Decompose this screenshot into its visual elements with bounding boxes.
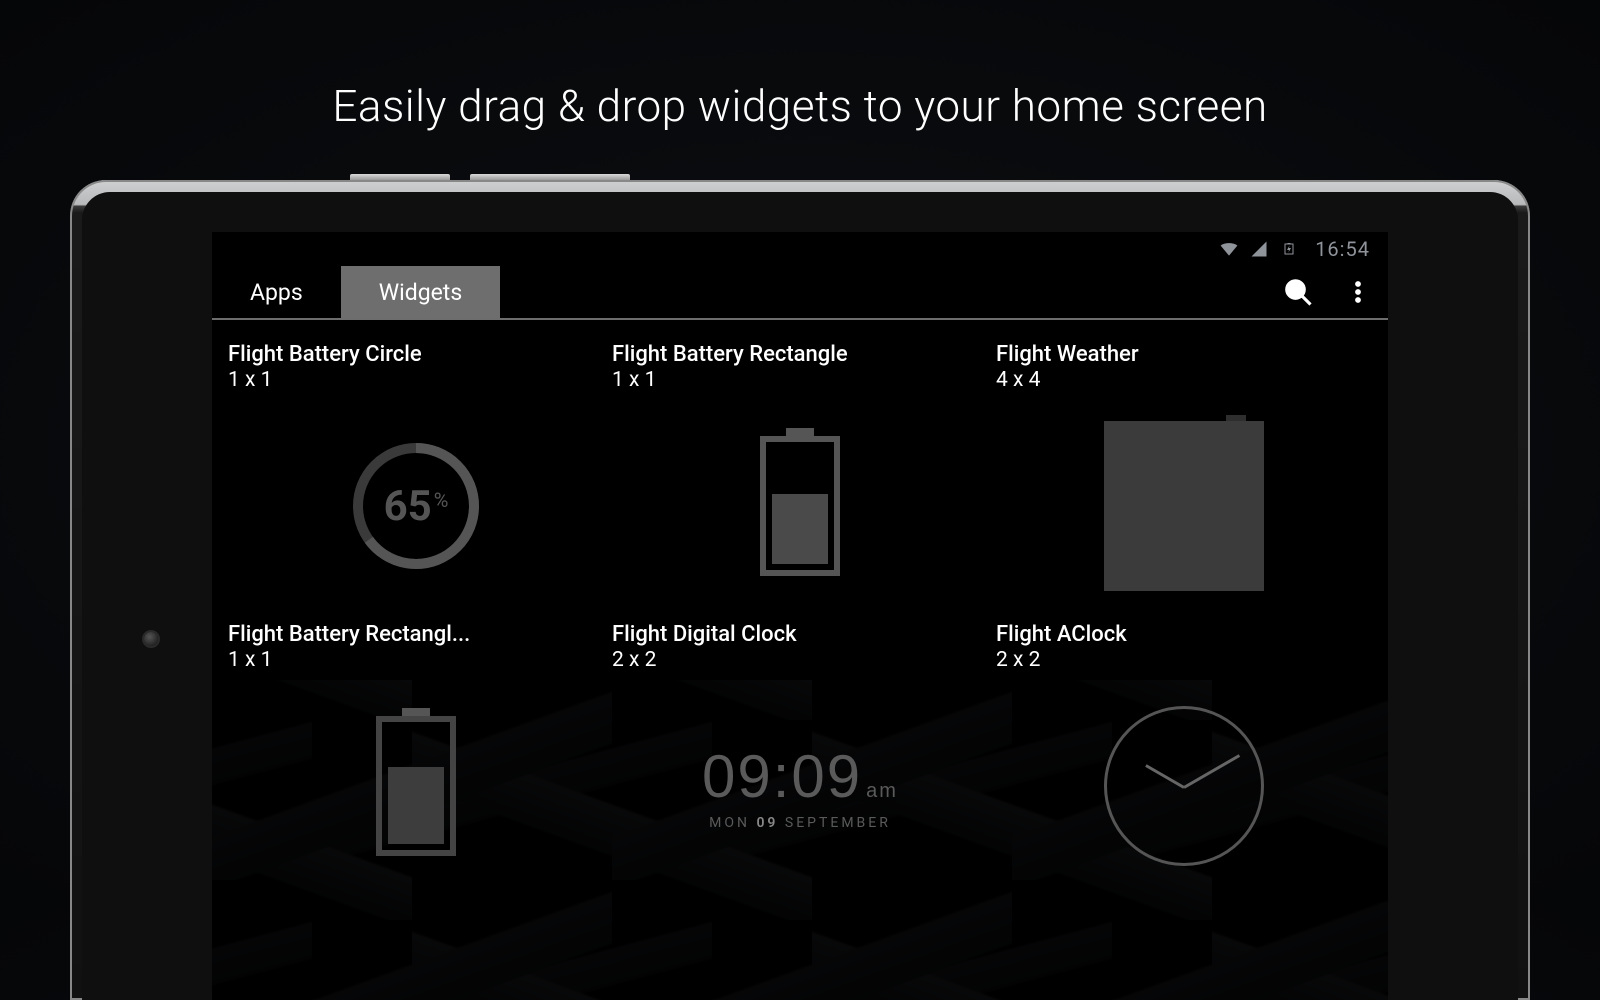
search-icon[interactable] [1268, 266, 1328, 318]
widget-title: Flight Battery Circle [224, 342, 608, 368]
widget-preview [608, 394, 992, 618]
status-time: 16:54 [1315, 237, 1370, 261]
battery-circle-icon: 65% [346, 436, 486, 576]
widget-title: Flight Digital Clock [608, 622, 992, 648]
widget-preview [224, 674, 608, 898]
widget-flight-weather[interactable]: Flight Weather 4 x 4 [992, 338, 1376, 618]
widget-preview [992, 674, 1376, 898]
action-bar: Apps Widgets [212, 266, 1388, 320]
percent-sign: % [434, 488, 449, 512]
signal-icon [1249, 239, 1269, 259]
overflow-menu-icon[interactable] [1328, 266, 1388, 318]
front-camera [144, 632, 158, 646]
widget-title: Flight Battery Rectangl... [224, 622, 608, 648]
clock-time: 09:09 [702, 743, 862, 810]
tab-widgets[interactable]: Widgets [341, 266, 500, 318]
analog-clock-icon [1104, 706, 1264, 866]
wifi-icon [1219, 239, 1239, 259]
widget-size: 4 x 4 [992, 368, 1376, 392]
promo-headline: Easily drag & drop widgets to your home … [0, 80, 1600, 132]
clock-ampm: am [866, 780, 898, 802]
widget-size: 2 x 2 [608, 648, 992, 672]
volume-button [470, 174, 630, 180]
widget-size: 1 x 1 [224, 648, 608, 672]
widget-flight-battery-circle[interactable]: Flight Battery Circle 1 x 1 65% [224, 338, 608, 618]
weather-card-icon [1104, 421, 1264, 591]
widget-title: Flight Battery Rectangle [608, 342, 992, 368]
screen: 16:54 Apps Widgets Flight Battery Circle… [212, 232, 1388, 1000]
digital-clock-icon: 09:09am MON 09 SEPTEMBER [702, 742, 898, 831]
battery-rectangle-icon [760, 436, 840, 576]
battery-percent-value: 65 [384, 482, 432, 531]
widget-flight-digital-clock[interactable]: Flight Digital Clock 2 x 2 09:09am MON 0… [608, 618, 992, 898]
battery-rectangle-icon [376, 716, 456, 856]
tab-apps[interactable]: Apps [212, 266, 341, 318]
widget-preview: 09:09am MON 09 SEPTEMBER [608, 674, 992, 898]
widget-size: 1 x 1 [224, 368, 608, 392]
widget-flight-aclock[interactable]: Flight AClock 2 x 2 [992, 618, 1376, 898]
widget-title: Flight AClock [992, 622, 1376, 648]
widget-size: 2 x 2 [992, 648, 1376, 672]
device-bezel: 16:54 Apps Widgets Flight Battery Circle… [82, 192, 1518, 1000]
widget-title: Flight Weather [992, 342, 1376, 368]
widget-flight-battery-rectangle-alt[interactable]: Flight Battery Rectangl... 1 x 1 [224, 618, 608, 898]
widget-preview: 65% [224, 394, 608, 618]
clock-date: MON 09 SEPTEMBER [702, 815, 898, 831]
power-button [350, 174, 450, 180]
battery-charging-icon [1279, 239, 1299, 259]
status-bar: 16:54 [212, 232, 1388, 266]
widget-flight-battery-rectangle[interactable]: Flight Battery Rectangle 1 x 1 [608, 338, 992, 618]
widget-preview [992, 394, 1376, 618]
widget-size: 1 x 1 [608, 368, 992, 392]
tablet-device-frame: 16:54 Apps Widgets Flight Battery Circle… [70, 180, 1530, 1000]
